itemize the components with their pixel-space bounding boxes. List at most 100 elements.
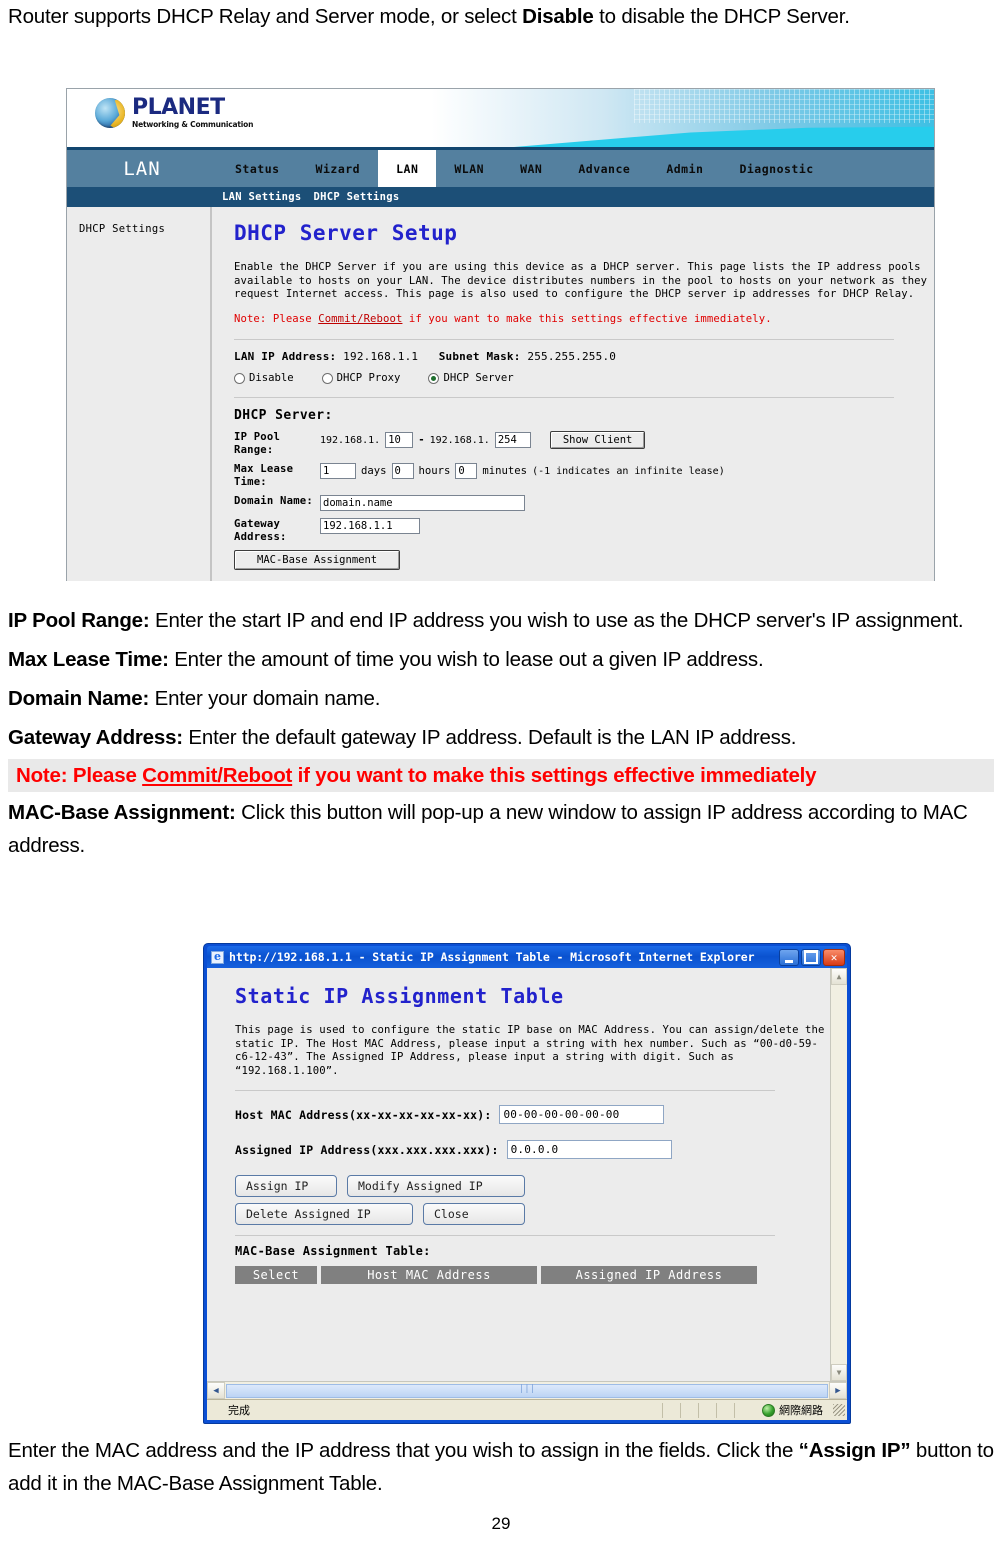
radio-disable-icon[interactable] — [234, 372, 245, 384]
nav-item-wizard[interactable]: Wizard — [298, 150, 379, 187]
host-mac-address-input[interactable]: 00-00-00-00-00-00 — [499, 1105, 665, 1125]
router-content-panel: DHCP Server Setup Enable the DHCP Server… — [212, 207, 934, 581]
popup-button-row-2: Delete Assigned IP Close — [235, 1203, 830, 1226]
router-sub-nav: LAN Settings DHCP Settings — [67, 187, 934, 207]
definition-text-ip-pool-range: Enter the start IP and end IP address yo… — [149, 609, 964, 632]
brand-tagline: Networking & Communication — [132, 120, 254, 129]
scroll-left-arrow-icon[interactable]: ◀ — [207, 1382, 225, 1399]
popup-divider-top — [235, 1090, 775, 1092]
popup-divider-bottom — [235, 1235, 775, 1237]
domain-name-row: Domain Name: domain.name — [234, 495, 934, 511]
host-mac-address-label: Host MAC Address(xx-xx-xx-xx-xx-xx): — [235, 1107, 492, 1122]
radio-dhcp-proxy-icon[interactable] — [321, 372, 333, 384]
resize-grip-icon[interactable] — [833, 1404, 845, 1416]
gateway-address-row: Gateway Address: 192.168.1.1 — [234, 518, 934, 543]
planet-logo: PLANET Networking & Communication — [95, 97, 253, 129]
nav-item-advance[interactable]: Advance — [560, 150, 648, 187]
radio-option-disable[interactable]: Disable — [234, 372, 294, 384]
definition-text-domain-name: Enter your domain name. — [149, 687, 381, 710]
maximize-button[interactable] — [801, 948, 821, 966]
radio-disable-label: Disable — [249, 372, 294, 384]
intro-text-after: to disable the DHCP Server. — [593, 5, 850, 28]
nav-item-admin[interactable]: Admin — [648, 150, 721, 187]
lease-minutes-input[interactable]: 0 — [455, 463, 478, 479]
assigned-ip-address-row: Assigned IP Address(xxx.xxx.xxx.xxx): 0.… — [235, 1140, 830, 1160]
definition-max-lease-time: Max Lease Time: Enter the amount of time… — [8, 643, 994, 676]
commit-reboot-link[interactable]: Commit/Reboot — [318, 313, 402, 325]
max-lease-time-row: Max Lease Time: 1 days 0 hours 0 minutes… — [234, 463, 934, 488]
ip-pool-range-label: IP Pool Range: — [234, 431, 281, 456]
document-body: Router supports DHCP Relay and Server mo… — [0, 0, 1002, 33]
scroll-down-arrow-icon[interactable]: ▼ — [831, 1364, 847, 1381]
intro-text-before: Router supports DHCP Relay and Server mo… — [8, 5, 523, 28]
popup-button-row-1: Assign IP Modify Assigned IP — [235, 1175, 830, 1198]
horizontal-scroll-thumb[interactable] — [226, 1383, 828, 1398]
show-client-button[interactable]: Show Client — [549, 431, 646, 449]
lease-days-input[interactable]: 1 — [320, 463, 356, 479]
pool-range-separator: - — [418, 434, 425, 446]
definition-text-gateway-address: Enter the default gateway IP address. De… — [182, 726, 797, 749]
pool-end-input[interactable]: 254 — [494, 432, 531, 448]
definition-term-max-lease-time: Max Lease Time: — [8, 648, 169, 671]
minimize-button[interactable] — [779, 948, 799, 966]
modify-assigned-ip-button[interactable]: Modify Assigned IP — [347, 1175, 525, 1198]
pool-start-input[interactable]: 10 — [385, 432, 414, 448]
status-segment-4 — [716, 1402, 730, 1418]
lan-ip-value: 192.168.1.1 — [343, 350, 419, 363]
definition-term-ip-pool-range: IP Pool Range: — [8, 609, 150, 632]
panel-description: Enable the DHCP Server if you are using … — [234, 261, 928, 300]
delete-assigned-ip-button[interactable]: Delete Assigned IP — [235, 1203, 413, 1226]
nav-section-label: LAN — [123, 157, 161, 180]
ie-popup-window: http://192.168.1.1 - Static IP Assignmen… — [203, 943, 851, 1424]
sidebar-item-dhcp-settings[interactable]: DHCP Settings — [79, 223, 210, 235]
radio-dhcp-server-icon[interactable] — [428, 372, 440, 384]
nav-item-lan[interactable]: LAN — [378, 150, 437, 187]
closing-bold-assign-ip: “Assign IP” — [798, 1439, 911, 1462]
status-segment-2 — [680, 1402, 694, 1418]
horizontal-scrollbar[interactable]: ◀ ▶ — [207, 1381, 847, 1399]
nav-item-wlan[interactable]: WLAN — [436, 150, 502, 187]
definitions-block: IP Pool Range: Enter the start IP and en… — [0, 604, 1002, 862]
nav-item-diagnostic[interactable]: Diagnostic — [721, 150, 831, 187]
definition-mac-base-assignment: MAC-Base Assignment: Click this button w… — [8, 796, 994, 862]
assigned-ip-address-input[interactable]: 0.0.0.0 — [506, 1140, 672, 1160]
gateway-address-label: Gateway Address: — [234, 518, 287, 543]
domain-name-input[interactable]: domain.name — [320, 495, 525, 511]
ie-client-area: Static IP Assignment Table This page is … — [207, 968, 847, 1420]
gateway-address-input[interactable]: 192.168.1.1 — [320, 518, 420, 534]
radio-option-dhcp-proxy[interactable]: DHCP Proxy — [321, 372, 400, 384]
lease-hours-input[interactable]: 0 — [391, 463, 414, 479]
subnav-item-dhcp-settings[interactable]: DHCP Settings — [313, 191, 399, 203]
status-segment-5 — [734, 1402, 748, 1418]
assign-ip-button[interactable]: Assign IP — [235, 1175, 337, 1198]
note-suffix: if you want to make this settings effect… — [402, 312, 772, 325]
ie-title-bar: http://192.168.1.1 - Static IP Assignmen… — [207, 946, 847, 968]
doc-note-prefix: Note: Please — [16, 764, 143, 787]
vertical-scrollbar[interactable]: ▲ ▼ — [830, 968, 847, 1381]
close-popup-button[interactable]: Close — [423, 1203, 525, 1226]
radio-option-dhcp-server[interactable]: DHCP Server — [428, 372, 514, 384]
closing-block: Enter the MAC address and the IP address… — [0, 1434, 1002, 1500]
close-button[interactable]: ✕ — [823, 948, 845, 966]
nav-item-wan[interactable]: WAN — [502, 150, 560, 187]
scroll-up-arrow-icon[interactable]: ▲ — [831, 968, 847, 985]
mac-base-assignment-table-label: MAC-Base Assignment Table: — [235, 1244, 431, 1259]
definition-ip-pool-range: IP Pool Range: Enter the start IP and en… — [8, 604, 994, 637]
page-number: 29 — [491, 1514, 511, 1533]
column-header-select: Select — [235, 1266, 317, 1285]
subnet-mask-label: Subnet Mask: — [438, 350, 521, 363]
ip-pool-range-row: IP Pool Range: 192.168.1. 10 - 192.168.1… — [234, 431, 934, 456]
definition-text-max-lease-time: Enter the amount of time you wish to lea… — [168, 648, 764, 671]
closing-text-before: Enter the MAC address and the IP address… — [8, 1439, 799, 1462]
column-header-assigned-ip-address: Assigned IP Address — [541, 1266, 757, 1285]
scroll-right-arrow-icon[interactable]: ▶ — [829, 1382, 847, 1399]
router-main-nav: LAN Status Wizard LAN WLAN WAN Advance A… — [67, 147, 934, 187]
ie-viewport: Static IP Assignment Table This page is … — [207, 968, 847, 1381]
mac-base-assignment-button[interactable]: MAC-Base Assignment — [234, 550, 401, 570]
definition-domain-name: Domain Name: Enter your domain name. — [8, 682, 994, 715]
doc-commit-reboot-link[interactable]: Commit/Reboot — [142, 764, 292, 787]
lan-ip-label: LAN IP Address: — [234, 350, 337, 363]
subnav-item-lan-settings[interactable]: LAN Settings — [222, 191, 301, 203]
nav-item-status[interactable]: Status — [217, 150, 298, 187]
static-ip-assignment-page: Static IP Assignment Table This page is … — [207, 968, 830, 1381]
